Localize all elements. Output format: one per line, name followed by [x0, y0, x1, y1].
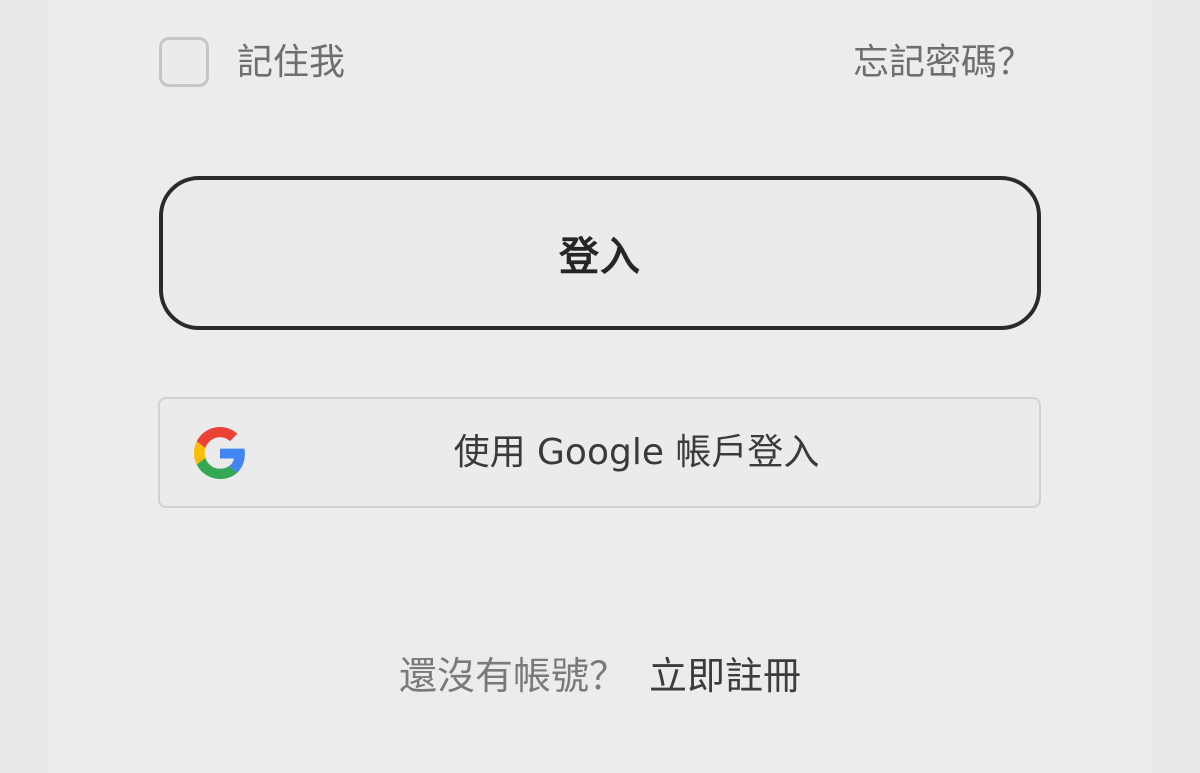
page-background: 記住我 忘記密碼？ 登入 使用 Google 帳戶登入 還沒有帳號？ 立即註冊	[0, 0, 1200, 773]
remember-me-checkbox[interactable]	[159, 37, 209, 87]
signup-prompt: 還沒有帳號？	[398, 654, 627, 698]
signup-row: 還沒有帳號？ 立即註冊	[0, 650, 1200, 702]
remember-me-label[interactable]: 記住我	[237, 39, 345, 87]
forgot-password-link[interactable]: 忘記密碼？	[853, 39, 1033, 87]
login-button-label: 登入	[559, 234, 641, 280]
google-login-button[interactable]: 使用 Google 帳戶登入	[158, 397, 1041, 508]
signup-link[interactable]: 立即註冊	[649, 654, 801, 698]
google-login-label: 使用 Google 帳戶登入	[453, 432, 820, 473]
remember-row: 記住我 忘記密碼？	[159, 36, 1039, 92]
login-button[interactable]: 登入	[159, 176, 1041, 330]
